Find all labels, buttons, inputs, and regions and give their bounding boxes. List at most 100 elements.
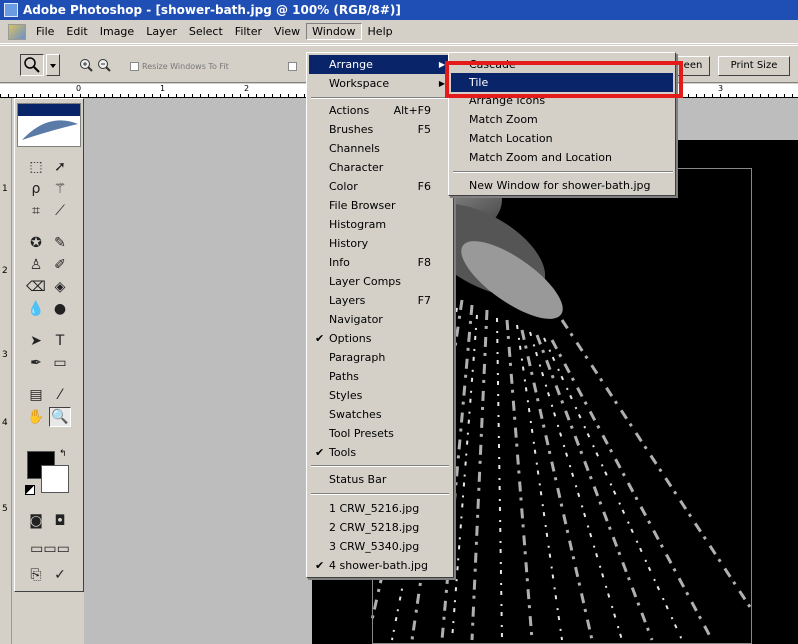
menu-item-history[interactable]: History: [309, 234, 451, 253]
dodge-tool-icon[interactable]: ●: [49, 299, 71, 319]
ruler-label: 3: [2, 350, 8, 360]
menu-item-tool-presets[interactable]: Tool Presets: [309, 424, 451, 443]
menu-item-document-2[interactable]: 2 CRW_5218.jpg: [309, 518, 451, 537]
submenu-item-new-window[interactable]: New Window for shower-bath.jpg: [451, 176, 673, 195]
menu-item-swatches[interactable]: Swatches: [309, 405, 451, 424]
menu-item-layer-comps[interactable]: Layer Comps: [309, 272, 451, 291]
chevron-down-icon[interactable]: [46, 54, 60, 76]
eraser-tool-icon[interactable]: ⌫: [25, 277, 47, 297]
menu-window[interactable]: Window: [306, 23, 362, 40]
standard-mode-icon[interactable]: ◙: [25, 511, 47, 531]
menu-item-paths[interactable]: Paths: [309, 367, 451, 386]
menu-item-styles[interactable]: Styles: [309, 386, 451, 405]
window-menu-dropdown: Arrange ▶ Workspace ▶ Actions Alt+F9 Brus…: [306, 52, 454, 578]
menu-layer[interactable]: Layer: [140, 23, 183, 40]
blur-tool-icon[interactable]: 💧: [25, 299, 47, 319]
submenu-item-match-zoom[interactable]: Match Zoom: [451, 110, 673, 129]
checkbox-box[interactable]: [288, 62, 297, 71]
type-tool-icon[interactable]: T: [49, 331, 71, 351]
menu-item-layers[interactable]: Layers F7: [309, 291, 451, 310]
vertical-ruler: 1 2 3 4 5: [0, 98, 12, 644]
menu-bar: File Edit Image Layer Select Filter View…: [0, 20, 798, 44]
zoom-tool-icon[interactable]: 🔍: [49, 407, 71, 427]
paint-bucket-icon[interactable]: ◈: [49, 277, 71, 297]
menu-select[interactable]: Select: [183, 23, 229, 40]
resize-windows-checkbox[interactable]: Resize Windows To Fit: [130, 62, 229, 71]
menu-help[interactable]: Help: [362, 23, 399, 40]
menu-image[interactable]: Image: [94, 23, 140, 40]
menu-item-shortcut: F6: [417, 180, 431, 193]
menu-item-label: Character: [329, 161, 384, 174]
menu-item-info[interactable]: Info F8: [309, 253, 451, 272]
menu-item-document-4[interactable]: ✔ 4 shower-bath.jpg: [309, 556, 451, 575]
crop-tool-icon[interactable]: ⌗: [25, 201, 47, 221]
path-selection-icon[interactable]: ➤: [25, 331, 47, 351]
menu-item-paragraph[interactable]: Paragraph: [309, 348, 451, 367]
ignore-palettes-checkbox[interactable]: [288, 62, 297, 71]
photoshop-icon[interactable]: [8, 23, 26, 40]
menu-item-histogram[interactable]: Histogram: [309, 215, 451, 234]
zoom-in-icon[interactable]: [78, 56, 94, 74]
app-icon: [4, 3, 18, 17]
menu-edit[interactable]: Edit: [60, 23, 93, 40]
ruler-label: 5: [2, 504, 8, 514]
menu-item-channels[interactable]: Channels: [309, 139, 451, 158]
jump-to-imageready-icon[interactable]: ⎘: [25, 565, 47, 585]
ruler-label: 0: [76, 84, 82, 93]
menu-item-file-browser[interactable]: File Browser: [309, 196, 451, 215]
menu-item-label: Status Bar: [329, 473, 387, 486]
submenu-item-match-location[interactable]: Match Location: [451, 129, 673, 148]
menu-item-label: 2 CRW_5218.jpg: [329, 521, 420, 534]
menu-item-document-1[interactable]: 1 CRW_5216.jpg: [309, 499, 451, 518]
default-colors-icon[interactable]: [25, 485, 35, 495]
palette-header[interactable]: [17, 103, 81, 147]
menu-file[interactable]: File: [30, 23, 60, 40]
menu-item-color[interactable]: Color F6: [309, 177, 451, 196]
history-brush-icon[interactable]: ✐: [49, 255, 71, 275]
notes-tool-icon[interactable]: ▤: [25, 385, 47, 405]
print-size-button[interactable]: Print Size: [718, 56, 790, 76]
menu-item-document-3[interactable]: 3 CRW_5340.jpg: [309, 537, 451, 556]
menu-view[interactable]: View: [268, 23, 306, 40]
swap-colors-icon[interactable]: ↰: [59, 449, 67, 459]
menu-item-brushes[interactable]: Brushes F5: [309, 120, 451, 139]
zoom-tool-preset-icon[interactable]: [20, 54, 44, 76]
check-icon[interactable]: ✓: [49, 565, 71, 585]
screen-mode-icons[interactable]: ▭▭▭: [21, 539, 79, 559]
lasso-tool-icon[interactable]: ρ: [25, 179, 47, 199]
menu-item-label: Brushes: [329, 123, 374, 136]
marquee-tool-icon[interactable]: ⬚: [25, 157, 47, 177]
hand-tool-icon[interactable]: ✋: [25, 407, 47, 427]
menu-item-label: History: [329, 237, 369, 250]
menu-item-arrange[interactable]: Arrange ▶: [309, 55, 451, 74]
pen-tool-icon[interactable]: ✒: [25, 353, 47, 373]
move-tool-icon[interactable]: ➚: [49, 157, 71, 177]
menu-item-status-bar[interactable]: Status Bar: [309, 470, 451, 489]
quick-mask-mode-icon[interactable]: ◘: [49, 511, 71, 531]
brush-tool-icon[interactable]: ✎: [49, 233, 71, 253]
magic-wand-icon[interactable]: ⚚: [49, 179, 71, 199]
slice-tool-icon[interactable]: ⟋: [49, 201, 71, 221]
background-color-swatch[interactable]: [41, 465, 69, 493]
zoom-out-icon[interactable]: [96, 56, 112, 74]
palette-titlebar[interactable]: [18, 104, 80, 116]
clone-stamp-icon[interactable]: ♙: [25, 255, 47, 275]
shape-tool-icon[interactable]: ▭: [49, 353, 71, 373]
ruler-label: 3: [718, 84, 724, 93]
menu-item-navigator[interactable]: Navigator: [309, 310, 451, 329]
resize-windows-label: Resize Windows To Fit: [142, 62, 229, 71]
menu-item-label: 1 CRW_5216.jpg: [329, 502, 420, 515]
healing-brush-icon[interactable]: ✪: [25, 233, 47, 253]
submenu-item-match-zoom-location[interactable]: Match Zoom and Location: [451, 148, 673, 167]
menu-item-options[interactable]: ✔ Options: [309, 329, 451, 348]
menu-item-workspace[interactable]: Workspace ▶: [309, 74, 451, 93]
menu-item-label: Tools: [329, 446, 357, 459]
menu-item-character[interactable]: Character: [309, 158, 451, 177]
menu-item-actions[interactable]: Actions Alt+F9: [309, 101, 451, 120]
menu-item-label: Workspace: [329, 77, 390, 90]
photoshop-window: Adobe Photoshop - [shower-bath.jpg @ 100…: [0, 0, 798, 644]
eyedropper-icon[interactable]: ⁄: [49, 385, 71, 405]
checkbox-box[interactable]: [130, 62, 139, 71]
menu-item-tools[interactable]: ✔ Tools: [309, 443, 451, 462]
menu-filter[interactable]: Filter: [229, 23, 268, 40]
